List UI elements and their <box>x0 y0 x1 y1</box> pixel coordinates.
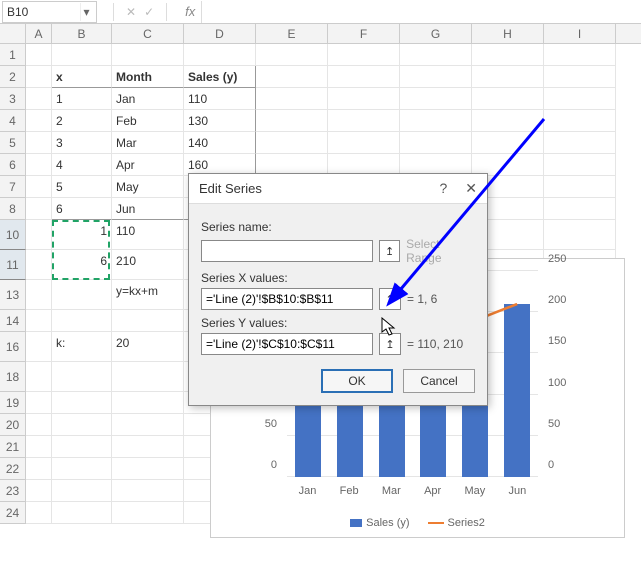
fx-icon[interactable]: fx <box>185 4 195 19</box>
row-header[interactable]: 8 <box>0 198 26 220</box>
row-header[interactable]: 16 <box>0 332 26 362</box>
dialog-title: Edit Series <box>199 181 262 196</box>
row-header[interactable]: 14 <box>0 310 26 332</box>
ok-button[interactable]: OK <box>321 369 393 393</box>
series-y-label: Series Y values: <box>201 316 475 330</box>
formula-buttons: ✕ ✓ fx <box>109 3 195 21</box>
cell[interactable]: 140 <box>184 132 256 154</box>
cell[interactable]: Jun <box>112 198 184 220</box>
chart-legend[interactable]: Sales (y) Series2 <box>211 517 624 529</box>
cell[interactable]: 210 <box>112 250 184 280</box>
col-header[interactable]: B <box>52 24 112 43</box>
row-header[interactable]: 22 <box>0 458 26 480</box>
row-header[interactable]: 24 <box>0 502 26 524</box>
cell[interactable]: 1 <box>52 220 112 250</box>
cell[interactable]: 20 <box>112 332 184 362</box>
row-header[interactable]: 23 <box>0 480 26 502</box>
cell[interactable]: Mar <box>112 132 184 154</box>
series-name-label: Series name: <box>201 220 475 234</box>
series-y-input[interactable] <box>201 333 373 355</box>
legend-bar-icon <box>350 519 362 527</box>
name-box[interactable]: B10 ▾ <box>2 1 97 23</box>
legend-line-icon <box>428 522 444 524</box>
col-header[interactable]: D <box>184 24 256 43</box>
cell[interactable]: Month <box>112 66 184 88</box>
select-all-corner[interactable] <box>0 24 26 43</box>
cell[interactable]: 5 <box>52 176 112 198</box>
x-axis-labels: JanFebMarAprMayJun <box>287 485 538 497</box>
edit-series-dialog: Edit Series ? ✕ Series name: ↥ Select Ra… <box>188 173 488 406</box>
cell[interactable]: 110 <box>184 88 256 110</box>
formula-input[interactable] <box>201 1 641 23</box>
cell[interactable]: Jan <box>112 88 184 110</box>
name-box-value: B10 <box>7 5 28 19</box>
row-header[interactable]: 10 <box>0 220 26 250</box>
cell[interactable]: 110 <box>112 220 184 250</box>
formula-bar: B10 ▾ ✕ ✓ fx <box>0 0 641 24</box>
row-header[interactable]: 19 <box>0 392 26 414</box>
cell[interactable]: 4 <box>52 154 112 176</box>
row-header[interactable]: 3 <box>0 88 26 110</box>
cell[interactable]: 6 <box>52 198 112 220</box>
cell[interactable]: y=kx+m <box>112 280 184 310</box>
col-header[interactable]: C <box>112 24 184 43</box>
row-header[interactable]: 5 <box>0 132 26 154</box>
cell[interactable]: Apr <box>112 154 184 176</box>
row-header[interactable]: 4 <box>0 110 26 132</box>
confirm-icon[interactable]: ✓ <box>144 5 154 19</box>
col-header[interactable]: E <box>256 24 328 43</box>
range-select-icon[interactable]: ↥ <box>379 288 401 310</box>
cell[interactable]: x <box>52 66 112 88</box>
cell[interactable]: Sales (y) <box>184 66 256 88</box>
cancel-button[interactable]: Cancel <box>403 369 475 393</box>
col-header[interactable]: G <box>400 24 472 43</box>
cell[interactable]: Feb <box>112 110 184 132</box>
cell[interactable]: May <box>112 176 184 198</box>
cell[interactable]: 3 <box>52 132 112 154</box>
cell[interactable]: 2 <box>52 110 112 132</box>
series-x-preview: = 1, 6 <box>407 292 437 306</box>
series-name-preview: Select Range <box>406 237 475 265</box>
row-header[interactable]: 7 <box>0 176 26 198</box>
range-select-icon[interactable]: ↥ <box>379 333 401 355</box>
series-y-preview: = 110, 210 <box>407 337 463 351</box>
series-x-input[interactable] <box>201 288 373 310</box>
help-icon[interactable]: ? <box>439 180 447 197</box>
row-header[interactable]: 6 <box>0 154 26 176</box>
cell[interactable]: 130 <box>184 110 256 132</box>
row-header[interactable]: 18 <box>0 362 26 392</box>
cell[interactable]: 1 <box>52 88 112 110</box>
cancel-icon[interactable]: ✕ <box>126 5 136 19</box>
cell[interactable]: k: <box>52 332 112 362</box>
row-header[interactable]: 13 <box>0 280 26 310</box>
row-header[interactable]: 11 <box>0 250 26 280</box>
y2-axis: 0 50 100 150 200 250 <box>544 271 574 477</box>
row-header[interactable]: 1 <box>0 44 26 66</box>
row-header[interactable]: 21 <box>0 436 26 458</box>
chevron-down-icon[interactable]: ▾ <box>80 3 92 21</box>
col-header[interactable]: A <box>26 24 52 43</box>
range-select-icon[interactable]: ↥ <box>379 240 400 262</box>
series-name-input[interactable] <box>201 240 373 262</box>
close-icon[interactable]: ✕ <box>465 180 477 197</box>
cell[interactable]: 6 <box>52 250 112 280</box>
series-x-label: Series X values: <box>201 271 475 285</box>
col-header[interactable]: F <box>328 24 400 43</box>
row-header[interactable]: 2 <box>0 66 26 88</box>
column-headers: A B C D E F G H I <box>0 24 641 44</box>
col-header[interactable]: H <box>472 24 544 43</box>
row-header[interactable]: 20 <box>0 414 26 436</box>
col-header[interactable]: I <box>544 24 616 43</box>
